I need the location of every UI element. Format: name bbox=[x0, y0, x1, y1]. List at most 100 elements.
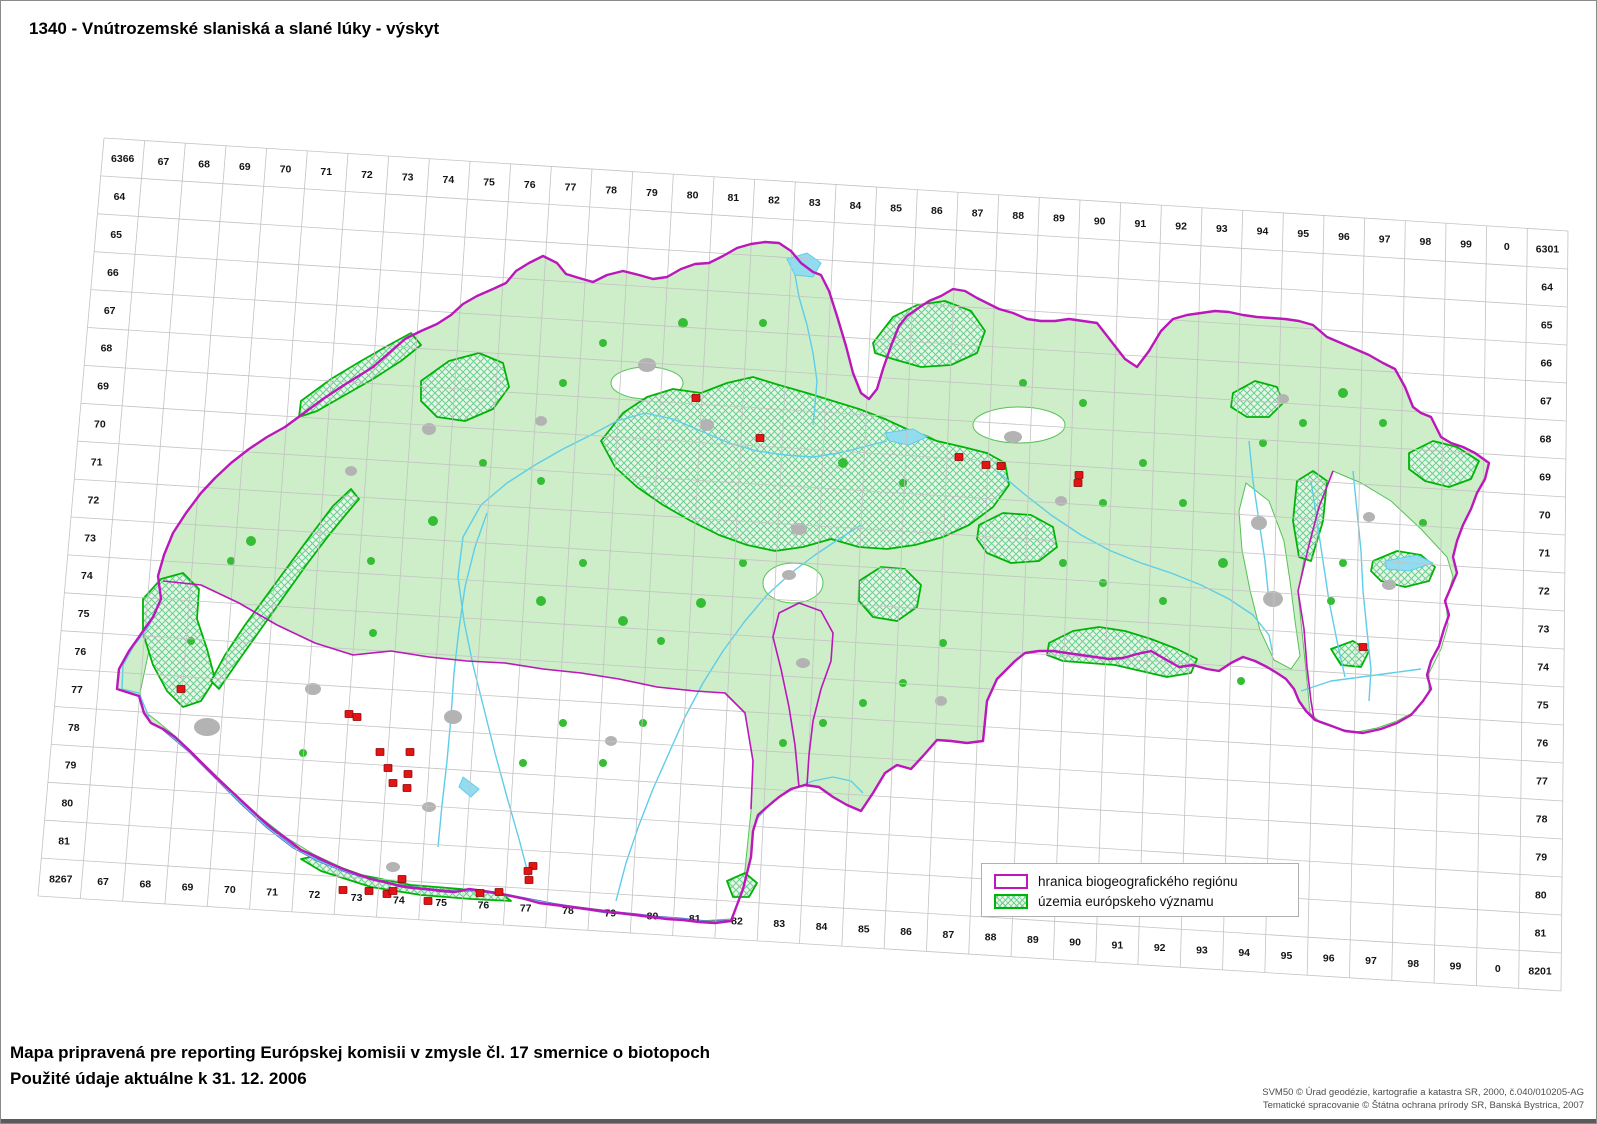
map-base-layers bbox=[117, 242, 1489, 924]
grid-label: 70 bbox=[280, 164, 292, 176]
forest-patch bbox=[1299, 419, 1307, 427]
grid-line bbox=[41, 857, 1562, 954]
forest-patch bbox=[1338, 388, 1348, 398]
forest-patch bbox=[559, 379, 567, 387]
forest-patch bbox=[1237, 677, 1245, 685]
grid-label: 80 bbox=[61, 798, 73, 810]
grid-label: 77 bbox=[520, 902, 532, 914]
urban-area bbox=[386, 862, 400, 872]
occurrence-marker bbox=[996, 462, 1006, 470]
grid-label: 83 bbox=[809, 197, 821, 209]
forest-patch bbox=[1139, 459, 1147, 467]
occurrence-marker bbox=[475, 889, 485, 897]
grid-label: 76 bbox=[524, 179, 536, 191]
forest-patch bbox=[428, 516, 438, 526]
grid-label: 81 bbox=[1535, 928, 1547, 940]
grid-label: 71 bbox=[266, 887, 278, 899]
forest-patch bbox=[859, 699, 867, 707]
natura-area bbox=[872, 300, 986, 368]
grid-label: 69 bbox=[239, 161, 251, 173]
grid-label: 81 bbox=[727, 192, 739, 204]
grid-line bbox=[37, 895, 1562, 992]
forest-patch bbox=[899, 479, 907, 487]
grid-label: 88 bbox=[1012, 210, 1024, 222]
grid-label: 65 bbox=[1541, 320, 1553, 332]
occurrence-marker bbox=[344, 710, 354, 718]
occurrence-marker bbox=[176, 685, 186, 693]
grid-label: 80 bbox=[687, 189, 699, 201]
grid-label: 68 bbox=[101, 343, 113, 355]
occurrence-marker bbox=[403, 770, 413, 778]
grid-label: 72 bbox=[88, 494, 100, 506]
occurrence-marker bbox=[338, 886, 348, 894]
urban-area bbox=[1004, 431, 1022, 443]
grid-label: 99 bbox=[1450, 960, 1462, 972]
grid-label: 91 bbox=[1112, 939, 1124, 951]
forest-patch bbox=[246, 536, 256, 546]
forest-patch bbox=[1059, 559, 1067, 567]
forest-patch bbox=[639, 719, 647, 727]
grid-label: 79 bbox=[646, 187, 658, 199]
grid-label: 82 bbox=[768, 195, 780, 207]
grid-label: 75 bbox=[78, 608, 90, 620]
grid-label: 92 bbox=[1154, 942, 1166, 954]
grid-label: 80 bbox=[1535, 890, 1547, 902]
grid-label: 72 bbox=[309, 889, 321, 901]
grid-label: 69 bbox=[97, 381, 109, 393]
grid-label: 79 bbox=[604, 908, 616, 920]
grid-label: 64 bbox=[114, 191, 126, 203]
urban-area bbox=[345, 466, 357, 476]
grid-label: 71 bbox=[1538, 548, 1550, 560]
grid-label: 0 bbox=[1504, 241, 1510, 253]
occurrence-marker bbox=[397, 875, 407, 883]
grid-label: 76 bbox=[1537, 738, 1549, 750]
grid-label: 85 bbox=[858, 923, 870, 935]
grid-label: 87 bbox=[972, 208, 984, 220]
occurrence-marker bbox=[375, 748, 385, 756]
occurrence-marker bbox=[405, 748, 415, 756]
grid-label: 77 bbox=[71, 684, 83, 696]
grid-label: 73 bbox=[402, 171, 414, 183]
grid-label: 74 bbox=[1537, 662, 1549, 674]
occurrence-marker bbox=[1358, 643, 1368, 651]
legend-item-bioregion: hranica biogeografického regiónu bbox=[994, 871, 1298, 891]
occurrence-marker bbox=[388, 779, 398, 787]
occurrence-marker bbox=[383, 764, 393, 772]
grid-label: 67 bbox=[97, 876, 109, 888]
grid-label: 74 bbox=[443, 174, 455, 186]
occurrence-marker bbox=[352, 713, 362, 721]
grid-label: 70 bbox=[1539, 510, 1551, 522]
credits-processing: Tematické spracovanie © Štátna ochrana p… bbox=[1262, 1099, 1584, 1111]
grid-label: 88 bbox=[985, 931, 997, 943]
grid-label: 65 bbox=[110, 229, 122, 241]
grid-line bbox=[100, 175, 1568, 270]
urban-area bbox=[444, 710, 462, 724]
grid-label: 73 bbox=[1538, 624, 1550, 636]
occurrence-marker bbox=[423, 897, 433, 905]
forest-patch bbox=[599, 759, 607, 767]
grid-label: 79 bbox=[1535, 852, 1547, 864]
grid-label: 75 bbox=[483, 177, 495, 189]
grid-label: 66 bbox=[1540, 358, 1552, 370]
grid-label: 6301 bbox=[1536, 244, 1560, 256]
grid-label: 71 bbox=[91, 456, 103, 468]
grid-label: 8201 bbox=[1528, 966, 1552, 978]
forest-patch bbox=[739, 559, 747, 567]
grid-line bbox=[44, 819, 1562, 916]
grid-label: 94 bbox=[1257, 226, 1269, 238]
grid-label: 85 bbox=[890, 202, 902, 214]
grid-label: 95 bbox=[1281, 950, 1293, 962]
valley-basin bbox=[762, 562, 824, 604]
occurrence-marker bbox=[1073, 479, 1083, 487]
forest-patch bbox=[657, 637, 665, 645]
grid-label: 89 bbox=[1027, 934, 1039, 946]
occurrence-marker bbox=[523, 867, 533, 875]
grid-label: 95 bbox=[1297, 228, 1309, 240]
grid-label: 93 bbox=[1196, 945, 1208, 957]
grid-label: 98 bbox=[1420, 236, 1432, 248]
forest-patch bbox=[599, 339, 607, 347]
forest-patch bbox=[1327, 597, 1335, 605]
grid-label: 83 bbox=[773, 918, 785, 930]
grid-label: 84 bbox=[816, 921, 828, 933]
grid-label: 64 bbox=[1541, 282, 1553, 294]
